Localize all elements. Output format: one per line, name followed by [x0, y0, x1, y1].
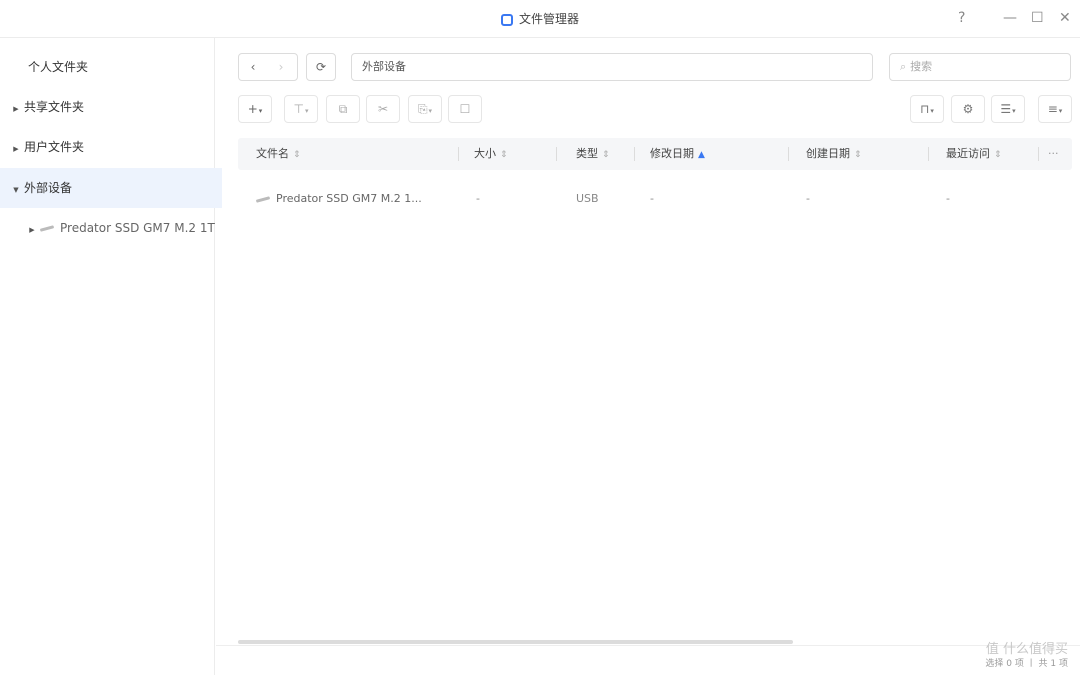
copy-button[interactable]: ⧉: [326, 95, 360, 123]
usb-drive-icon: [39, 225, 55, 232]
sidebar-item-external-devices[interactable]: ▼ 外部设备: [0, 168, 222, 208]
back-button[interactable]: ‹: [239, 54, 267, 80]
move-button[interactable]: ⎘: [408, 95, 442, 123]
column-header-name[interactable]: 文件名 ⇕: [256, 138, 301, 170]
usb-drive-icon: [255, 195, 271, 203]
status-bar: 选择 0 项 丨 共 1 项: [216, 645, 1080, 676]
cell-name: Predator SSD GM7 M.2 1...: [255, 182, 422, 216]
watermark: 值 什么值得买: [985, 642, 1068, 657]
column-divider: [788, 147, 789, 161]
table-header: 文件名 ⇕ 大小 ⇕ 类型 ⇕ 修改日期 ▲ 创建日期 ⇕ 最近访问 ⇕ ···: [238, 138, 1072, 170]
cell-accessed: -: [946, 192, 950, 205]
view-mode-button[interactable]: ☰: [991, 95, 1025, 123]
sidebar-item-user-folder[interactable]: ▶ 用户文件夹: [0, 127, 222, 167]
sidebar-item-label: 外部设备: [24, 181, 73, 195]
column-divider: [556, 147, 557, 161]
window-title-text: 文件管理器: [518, 12, 579, 26]
main-panel: ‹› ⟳ 外部设备 ⌕搜索 + ⊤ ⧉ ✂ ⎘ ☐ ⊓ ⚙ ☰ ≡ 文件名⇕ 大…: [216, 38, 1080, 675]
upload-button[interactable]: ⊤: [284, 95, 318, 123]
cell-created: -: [806, 192, 810, 205]
search-input[interactable]: ⌕ 搜索: [889, 53, 1071, 81]
collapse-arrow-icon[interactable]: ▼: [8, 170, 24, 210]
window-title: 文件管理器: [0, 10, 1080, 27]
column-divider: [634, 147, 635, 161]
title-bar: 文件管理器 ? — ☐ ✕: [0, 0, 1080, 38]
sidebar-item-personal-folder[interactable]: 个人文件夹: [0, 47, 226, 87]
search-placeholder: 搜索: [910, 60, 933, 73]
column-divider: [928, 147, 929, 161]
comment-button[interactable]: ☐: [448, 95, 482, 123]
path-input[interactable]: 外部设备: [351, 53, 873, 81]
selection-status: 选择 0 项 丨 共 1 项: [985, 659, 1068, 669]
forward-button[interactable]: ›: [267, 54, 295, 80]
sidebar-item-shared-folder[interactable]: ▶ 共享文件夹: [0, 87, 222, 127]
navigation-buttons: ‹ ›: [238, 53, 298, 81]
cut-button[interactable]: ✂: [366, 95, 400, 123]
minimize-button[interactable]: —: [1003, 9, 1017, 27]
search-icon: ⌕: [900, 60, 907, 73]
sidebar-item-label: 用户文件夹: [24, 140, 85, 154]
lock-button[interactable]: ⊓: [910, 95, 944, 123]
expand-arrow-icon[interactable]: ▶: [8, 129, 24, 169]
column-options-button[interactable]: ···: [1048, 138, 1059, 170]
horizontal-scrollbar[interactable]: [238, 640, 793, 644]
sort-icon: ⇕: [500, 150, 508, 160]
sidebar-item-label: Predator SSD GM7 M.2 1T: [60, 221, 215, 235]
column-divider: [458, 147, 459, 161]
sidebar-item-label: 共享文件夹: [24, 100, 85, 114]
column-header-accessed[interactable]: 最近访问 ⇕: [946, 138, 1002, 170]
maximize-button[interactable]: ☐: [1031, 9, 1044, 27]
sort-button[interactable]: ≡: [1038, 95, 1072, 123]
close-button[interactable]: ✕: [1059, 9, 1071, 27]
file-manager-window: 文件管理器 ? — ☐ ✕ 个人文件夹 ▶ 共享文件夹 ▶ 用户文件夹 ▼ 外部设备 …: [0, 0, 1080, 675]
cell-type: USB: [576, 192, 599, 205]
column-divider: [1038, 147, 1039, 161]
column-header-modified[interactable]: 修改日期 ▲: [650, 138, 705, 170]
table-row[interactable]: Predator SSD GM7 M.2 1... - USB - - -: [238, 182, 1072, 216]
sort-asc-icon: ▲: [698, 150, 705, 160]
refresh-button[interactable]: ⟳: [306, 53, 336, 81]
column-header-type[interactable]: 类型 ⇕: [576, 138, 610, 170]
column-header-size[interactable]: 大小 ⇕: [474, 138, 508, 170]
new-button[interactable]: +: [238, 95, 272, 123]
file-manager-app-icon: [500, 14, 513, 26]
cell-size: -: [476, 192, 480, 205]
column-header-created[interactable]: 创建日期 ⇕: [806, 138, 862, 170]
sort-icon: ⇕: [293, 150, 301, 160]
sort-icon: ⇕: [854, 150, 862, 160]
sidebar-item-predator-ssd[interactable]: ▶ Predator SSD GM7 M.2 1T: [0, 208, 238, 248]
expand-arrow-icon[interactable]: ▶: [8, 89, 24, 129]
sort-icon: ⇕: [602, 150, 610, 160]
settings-button[interactable]: ⚙: [951, 95, 985, 123]
help-button[interactable]: ?: [958, 9, 965, 27]
cell-modified: -: [650, 192, 654, 205]
sidebar-item-label: 个人文件夹: [28, 60, 89, 74]
sidebar: 个人文件夹 ▶ 共享文件夹 ▶ 用户文件夹 ▼ 外部设备 ▶ Predator SSD …: [0, 38, 222, 675]
sort-icon: ⇕: [994, 150, 1002, 160]
expand-arrow-icon[interactable]: ▶: [24, 210, 40, 248]
